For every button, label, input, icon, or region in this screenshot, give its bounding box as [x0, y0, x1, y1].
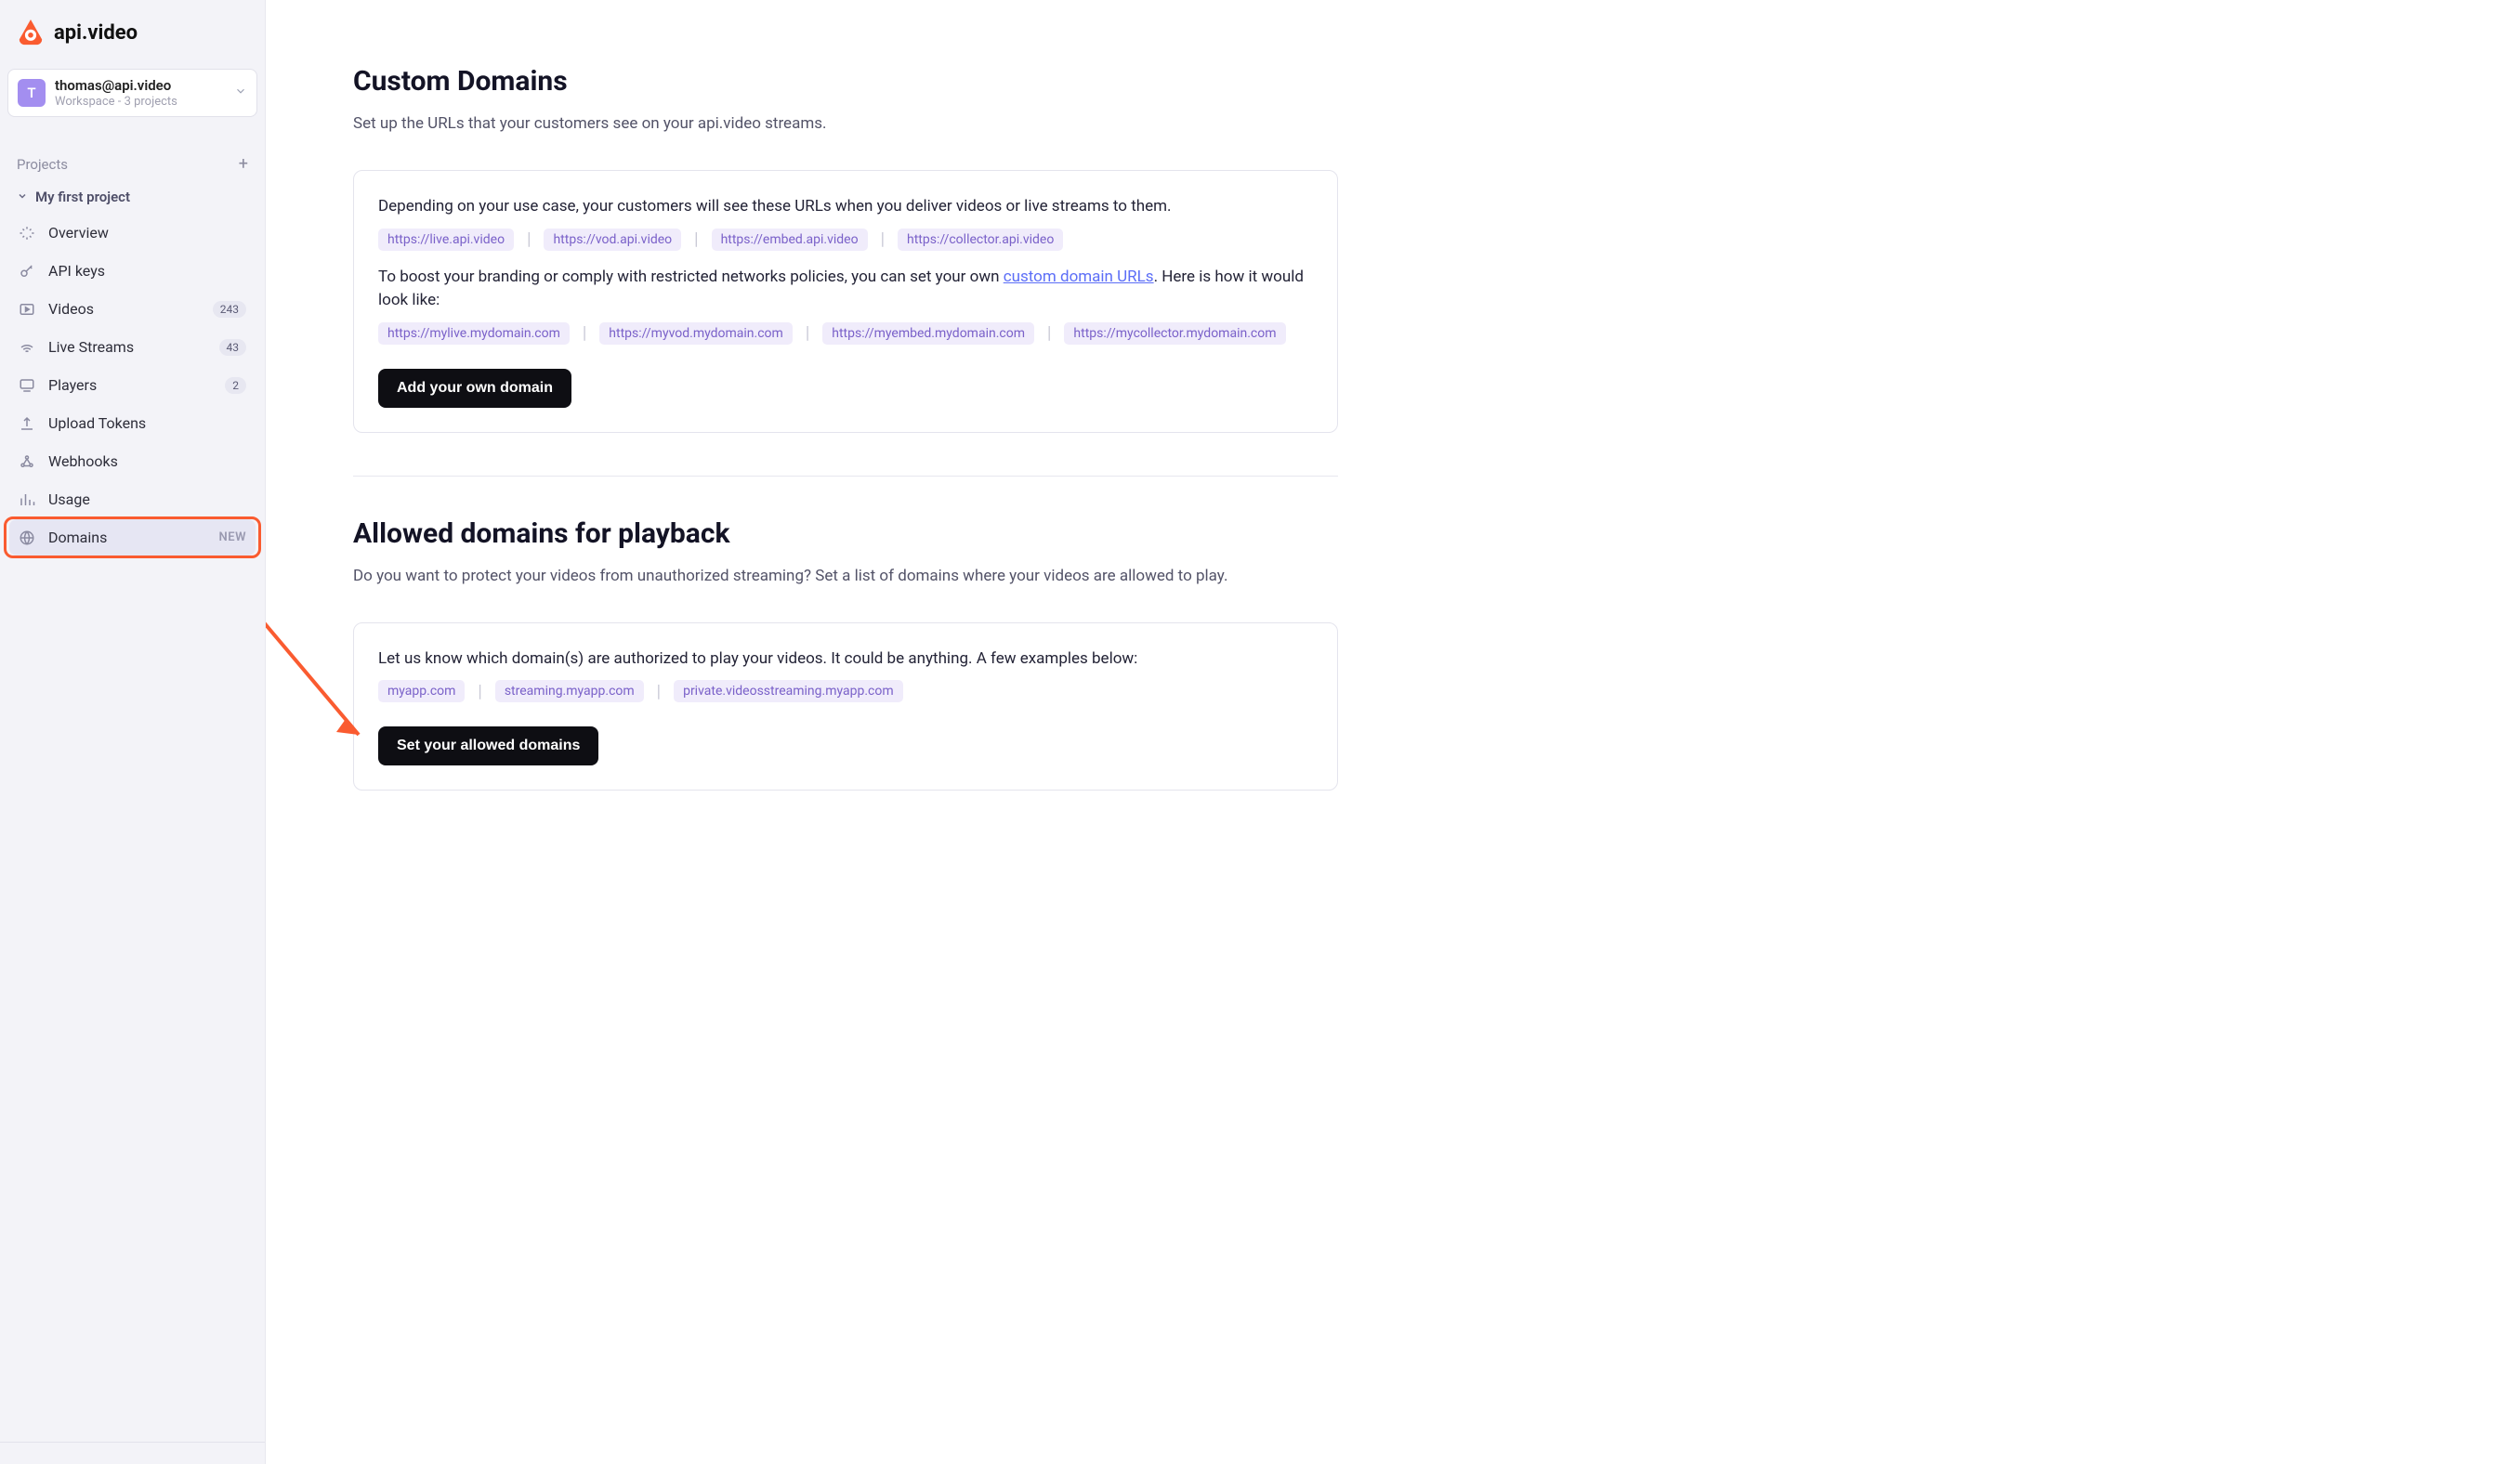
page-subtitle: Set up the URLs that your customers see … — [353, 114, 1338, 133]
allowed-domains-card: Let us know which domain(s) are authoriz… — [353, 622, 1338, 791]
chip-separator: | — [694, 229, 698, 249]
sidebar-item-label: Overview — [48, 224, 246, 242]
globe-icon — [19, 529, 35, 546]
custom-domain-link[interactable]: custom domain URLs — [1004, 268, 1154, 286]
chip-separator: | — [881, 229, 885, 249]
sidebar-divider — [0, 1442, 265, 1464]
projects-header: Projects + — [0, 126, 265, 179]
sidebar-item-webhooks[interactable]: Webhooks — [9, 443, 256, 479]
url-chip: https://collector.api.video — [898, 229, 1063, 251]
workspace-sub: Workspace - 3 projects — [55, 95, 225, 109]
count-badge: 43 — [219, 339, 247, 356]
sidebar-item-label: Upload Tokens — [48, 414, 246, 432]
brand-name: api.video — [54, 21, 138, 45]
projects-label: Projects — [17, 156, 68, 173]
url-chip: https://myembed.mydomain.com — [822, 322, 1034, 345]
add-project-button[interactable]: + — [239, 154, 248, 174]
sidebar-item-usage[interactable]: Usage — [9, 481, 256, 517]
page-title: Custom Domains — [353, 65, 1338, 98]
sidebar-item-live-streams[interactable]: Live Streams 43 — [9, 329, 256, 365]
section-divider — [353, 476, 1338, 477]
card-desc: Let us know which domain(s) are authoriz… — [378, 647, 1313, 672]
count-badge: 2 — [225, 377, 246, 394]
sparkle-icon — [19, 225, 35, 242]
nav-list: Overview API keys Videos 243 Live Stream… — [0, 211, 265, 556]
sidebar-item-label: Usage — [48, 490, 246, 508]
wifi-icon — [19, 339, 35, 356]
url-chip: https://myvod.mydomain.com — [599, 322, 793, 345]
url-chip-row: https://live.api.video | https://vod.api… — [378, 229, 1313, 251]
chip-separator: | — [1047, 323, 1051, 343]
key-icon — [19, 263, 35, 280]
avatar: T — [18, 79, 46, 107]
project-name: My first project — [35, 189, 130, 205]
sidebar: api.video T thomas@api.video Workspace -… — [0, 0, 266, 1464]
chevron-down-icon — [234, 85, 247, 101]
sidebar-item-players[interactable]: Players 2 — [9, 367, 256, 403]
project-item[interactable]: My first project — [0, 179, 265, 211]
upload-icon — [19, 415, 35, 432]
play-icon — [19, 301, 35, 318]
sidebar-item-overview[interactable]: Overview — [9, 215, 256, 251]
chip-separator: | — [527, 229, 531, 249]
chip-separator: | — [478, 682, 481, 701]
sidebar-item-label: Webhooks — [48, 452, 246, 470]
sidebar-item-videos[interactable]: Videos 243 — [9, 291, 256, 327]
chart-icon — [19, 491, 35, 508]
chip-separator: | — [806, 323, 809, 343]
sidebar-item-label: API keys — [48, 262, 246, 280]
text-fragment: To boost your branding or comply with re… — [378, 268, 1004, 286]
sidebar-item-label: Domains — [48, 529, 206, 546]
chevron-down-icon — [17, 190, 28, 204]
card-desc: To boost your branding or comply with re… — [378, 266, 1313, 313]
card-desc: Depending on your use case, your custome… — [378, 195, 1313, 219]
allowed-domains-section: Allowed domains for playback Do you want… — [353, 517, 1338, 791]
custom-domains-card: Depending on your use case, your custome… — [353, 170, 1338, 433]
section-subtitle: Do you want to protect your videos from … — [353, 567, 1338, 585]
url-chip: https://mylive.mydomain.com — [378, 322, 570, 345]
url-chip: streaming.myapp.com — [495, 680, 644, 702]
url-chip: private.videosstreaming.myapp.com — [674, 680, 903, 702]
player-icon — [19, 377, 35, 394]
url-chip: https://live.api.video — [378, 229, 514, 251]
main-content: Custom Domains Set up the URLs that your… — [266, 0, 2520, 1464]
brand-row: api.video — [0, 0, 265, 59]
section-title: Allowed domains for playback — [353, 517, 1338, 550]
chip-separator: | — [583, 323, 586, 343]
url-chip: https://mycollector.mydomain.com — [1064, 322, 1285, 345]
url-chip-row: myapp.com | streaming.myapp.com | privat… — [378, 680, 1313, 702]
workspace-email: thomas@api.video — [55, 77, 225, 94]
webhook-icon — [19, 453, 35, 470]
sidebar-item-upload-tokens[interactable]: Upload Tokens — [9, 405, 256, 441]
add-domain-button[interactable]: Add your own domain — [378, 369, 571, 408]
sidebar-item-api-keys[interactable]: API keys — [9, 253, 256, 289]
chip-separator: | — [657, 682, 661, 701]
brand-logo-icon — [17, 19, 45, 46]
new-badge: NEW — [219, 530, 246, 544]
count-badge: 243 — [213, 301, 246, 318]
sidebar-item-label: Videos — [48, 300, 200, 318]
custom-domains-section: Custom Domains Set up the URLs that your… — [353, 65, 1338, 433]
sidebar-item-domains[interactable]: Domains NEW — [9, 519, 256, 556]
workspace-selector[interactable]: T thomas@api.video Workspace - 3 project… — [7, 69, 257, 117]
set-allowed-domains-button[interactable]: Set your allowed domains — [378, 726, 598, 765]
url-chip: https://vod.api.video — [544, 229, 681, 251]
sidebar-item-label: Players — [48, 376, 212, 394]
url-chip: https://embed.api.video — [712, 229, 868, 251]
sidebar-item-label: Live Streams — [48, 338, 206, 356]
url-chip-row: https://mylive.mydomain.com | https://my… — [378, 322, 1313, 345]
url-chip: myapp.com — [378, 680, 465, 702]
workspace-info: thomas@api.video Workspace - 3 projects — [55, 77, 225, 109]
